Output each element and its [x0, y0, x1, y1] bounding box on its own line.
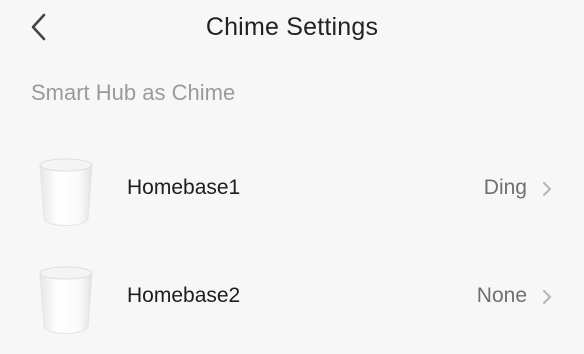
page-title: Chime Settings: [205, 13, 379, 41]
device-row-homebase2[interactable]: Homebase2 None: [0, 248, 584, 348]
homebase-device-icon: [30, 260, 102, 336]
device-chime-value: Ding: [483, 176, 527, 199]
homebase-device-icon: [30, 152, 102, 228]
device-name: Homebase1: [127, 176, 241, 199]
device-row-homebase1[interactable]: Homebase1 Ding: [0, 140, 584, 240]
header: Chime Settings: [0, 0, 584, 58]
chevron-right-icon: [540, 178, 554, 200]
device-chime-value: None: [476, 284, 527, 307]
section-label: Smart Hub as Chime: [31, 80, 236, 105]
device-name: Homebase2: [127, 284, 241, 307]
chevron-right-icon: [540, 286, 554, 308]
